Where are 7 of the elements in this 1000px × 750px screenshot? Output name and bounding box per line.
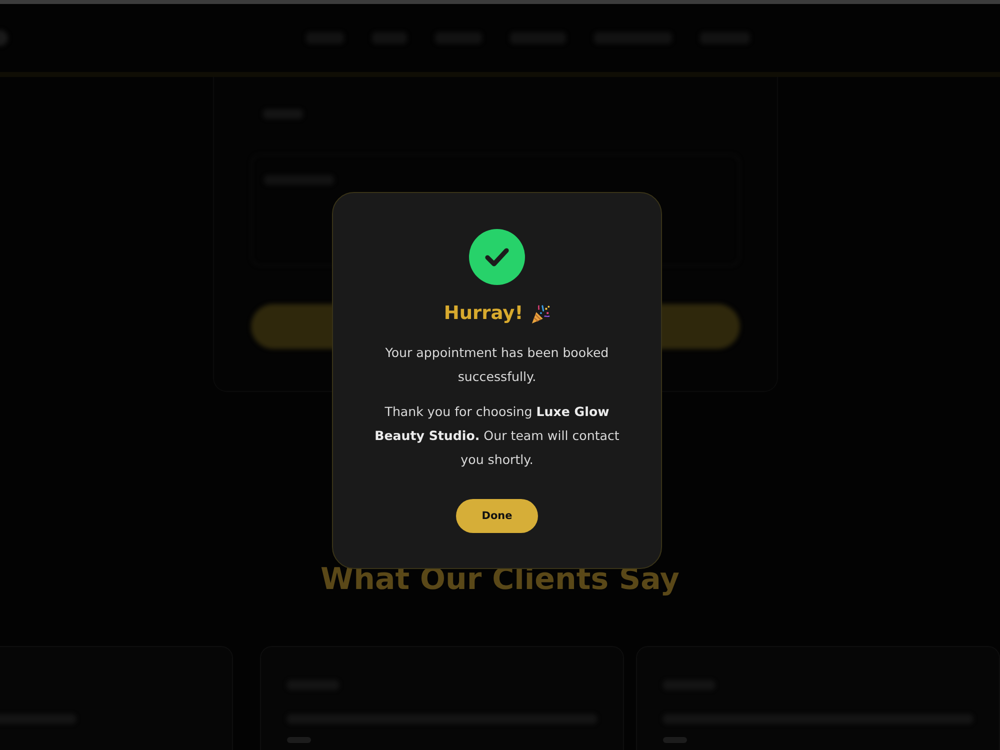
section-heading: What Our Clients Say (320, 562, 680, 598)
dialog-message: Thank you for choosing Luxe Glow Beauty Studio. Our team will contact you shortly. (374, 403, 620, 469)
done-button[interactable]: Done (456, 499, 538, 533)
check-circle-icon (469, 229, 525, 285)
party-popper-icon (531, 304, 550, 324)
dialog-message: Your appointment has been booked successfully. (384, 344, 610, 386)
dialog-title: Hurray! (444, 302, 524, 326)
